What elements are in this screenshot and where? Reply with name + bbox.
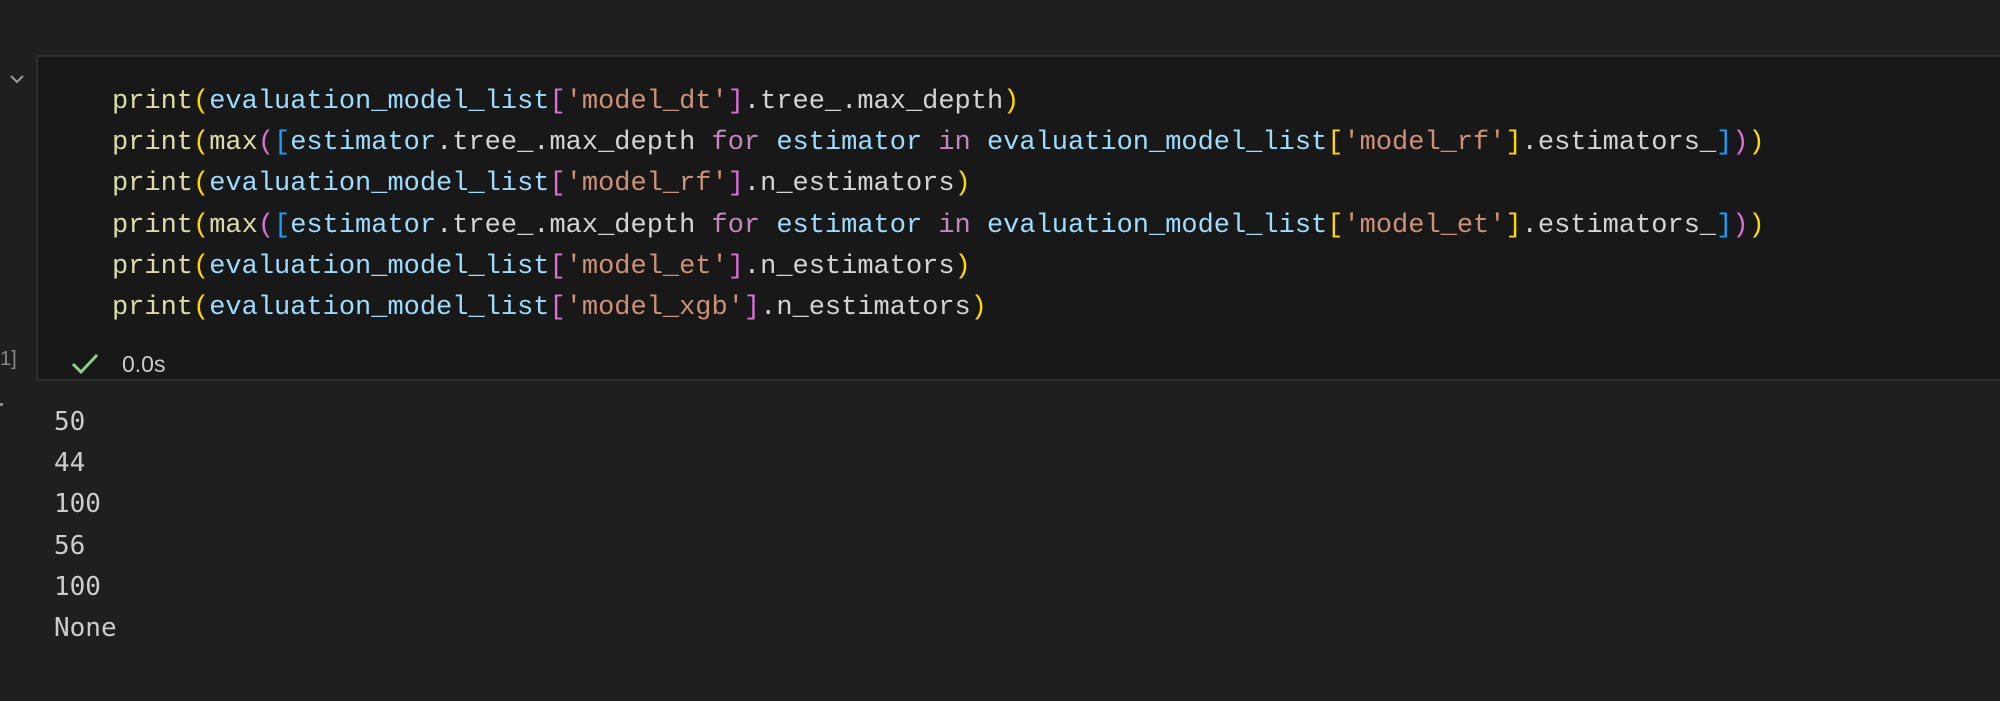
- code-token: print: [112, 128, 194, 159]
- code-token: [: [274, 128, 291, 159]
- code-token: estimator: [290, 210, 437, 241]
- code-token: [: [1327, 128, 1344, 159]
- code-line[interactable]: print(evaluation_model_list['model_xgb']…: [112, 288, 1765, 329]
- code-editor[interactable]: print(evaluation_model_list['model_dt'].…: [112, 82, 1765, 329]
- code-token: [: [549, 169, 566, 200]
- code-token: .n_estimators: [760, 293, 971, 324]
- code-token: estimator: [776, 210, 923, 241]
- check-icon: [71, 353, 99, 375]
- code-token: (: [193, 169, 210, 200]
- code-cell[interactable]: print(evaluation_model_list['model_dt'].…: [36, 55, 2000, 381]
- output-line: 44: [54, 448, 86, 479]
- code-line[interactable]: print(evaluation_model_list['model_rf'].…: [112, 164, 1765, 205]
- code-token: ]: [1716, 210, 1733, 241]
- code-token: 'model_et': [1343, 210, 1506, 241]
- execution-count: 1]: [0, 348, 17, 370]
- code-token: (: [193, 210, 210, 241]
- code-line[interactable]: print(max([estimator.tree_.max_depth for…: [112, 123, 1765, 164]
- output-marker: [0, 403, 3, 406]
- code-token: max: [209, 128, 258, 159]
- code-token: print: [112, 169, 194, 200]
- output-line: 100: [54, 489, 101, 520]
- cell-output: 50 44 100 56 100 None: [54, 402, 117, 649]
- code-token: max: [209, 210, 258, 241]
- code-token: ): [1748, 210, 1765, 241]
- code-token: print: [112, 210, 194, 241]
- code-token: .tree_.max_depth: [743, 87, 1004, 117]
- code-token: 'model_rf': [1343, 128, 1506, 159]
- code-line[interactable]: print(max([estimator.tree_.max_depth for…: [112, 206, 1765, 247]
- code-token: .tree_.max_depth: [436, 210, 712, 241]
- code-token: ]: [727, 169, 744, 200]
- code-token: ): [1732, 128, 1749, 159]
- code-token: evaluation_model_list: [209, 87, 550, 117]
- code-token: in: [938, 128, 971, 159]
- code-token: .tree_.max_depth: [436, 128, 712, 159]
- code-token: (: [257, 128, 275, 159]
- cell-status: 0.0s: [70, 347, 165, 381]
- code-token: [: [274, 210, 291, 241]
- code-line[interactable]: print(evaluation_model_list['model_dt'].…: [112, 82, 1765, 123]
- code-token: [: [549, 251, 566, 282]
- code-token: estimator: [290, 128, 437, 159]
- code-token: ]: [1716, 128, 1733, 159]
- chevron-down-icon[interactable]: [8, 70, 26, 88]
- code-token: ): [970, 293, 987, 324]
- output-line: 56: [54, 530, 86, 561]
- code-token: estimator: [776, 128, 923, 159]
- code-token: print: [112, 251, 194, 282]
- code-token: (: [257, 210, 275, 241]
- code-token: evaluation_model_list: [209, 293, 550, 324]
- code-token: in: [938, 210, 971, 241]
- code-token: ): [954, 251, 971, 282]
- code-token: 'model_rf': [565, 169, 728, 200]
- code-line[interactable]: print(evaluation_model_list['model_et'].…: [112, 247, 1765, 288]
- code-token: evaluation_model_list: [986, 210, 1328, 241]
- code-token: ): [954, 169, 971, 200]
- code-token: ): [1748, 128, 1765, 159]
- code-token: ]: [743, 293, 761, 324]
- code-token: for: [711, 210, 761, 241]
- code-token: 'model_et': [565, 251, 728, 282]
- code-token: print: [112, 87, 194, 117]
- code-token: 'model_xgb': [565, 293, 744, 324]
- code-token: (: [193, 128, 210, 159]
- code-token: ]: [727, 251, 744, 282]
- code-token: ): [1732, 210, 1749, 241]
- code-token: for: [711, 128, 761, 159]
- output-line: 100: [54, 571, 101, 602]
- code-token: (: [193, 87, 210, 117]
- code-token: evaluation_model_list: [986, 128, 1328, 159]
- code-token: ]: [1505, 128, 1522, 159]
- code-token: [: [549, 87, 566, 117]
- code-token: print: [112, 293, 194, 324]
- code-token: ]: [1505, 210, 1522, 241]
- code-token: (: [193, 251, 210, 282]
- output-line: 50: [54, 407, 86, 437]
- code-token: .estimators_: [1521, 210, 1717, 241]
- code-token: .n_estimators: [743, 169, 955, 200]
- code-token: 'model_dt': [565, 87, 728, 117]
- code-token: .n_estimators: [743, 251, 955, 282]
- code-token: ): [1003, 87, 1020, 117]
- code-token: [: [549, 293, 566, 324]
- code-token: ]: [727, 87, 744, 117]
- execution-duration: 0.0s: [122, 350, 166, 377]
- code-token: (: [193, 293, 210, 324]
- code-token: .estimators_: [1521, 128, 1717, 159]
- code-token: evaluation_model_list: [209, 251, 550, 282]
- output-line: None: [54, 612, 117, 643]
- code-token: [: [1327, 210, 1344, 241]
- code-token: evaluation_model_list: [209, 169, 550, 200]
